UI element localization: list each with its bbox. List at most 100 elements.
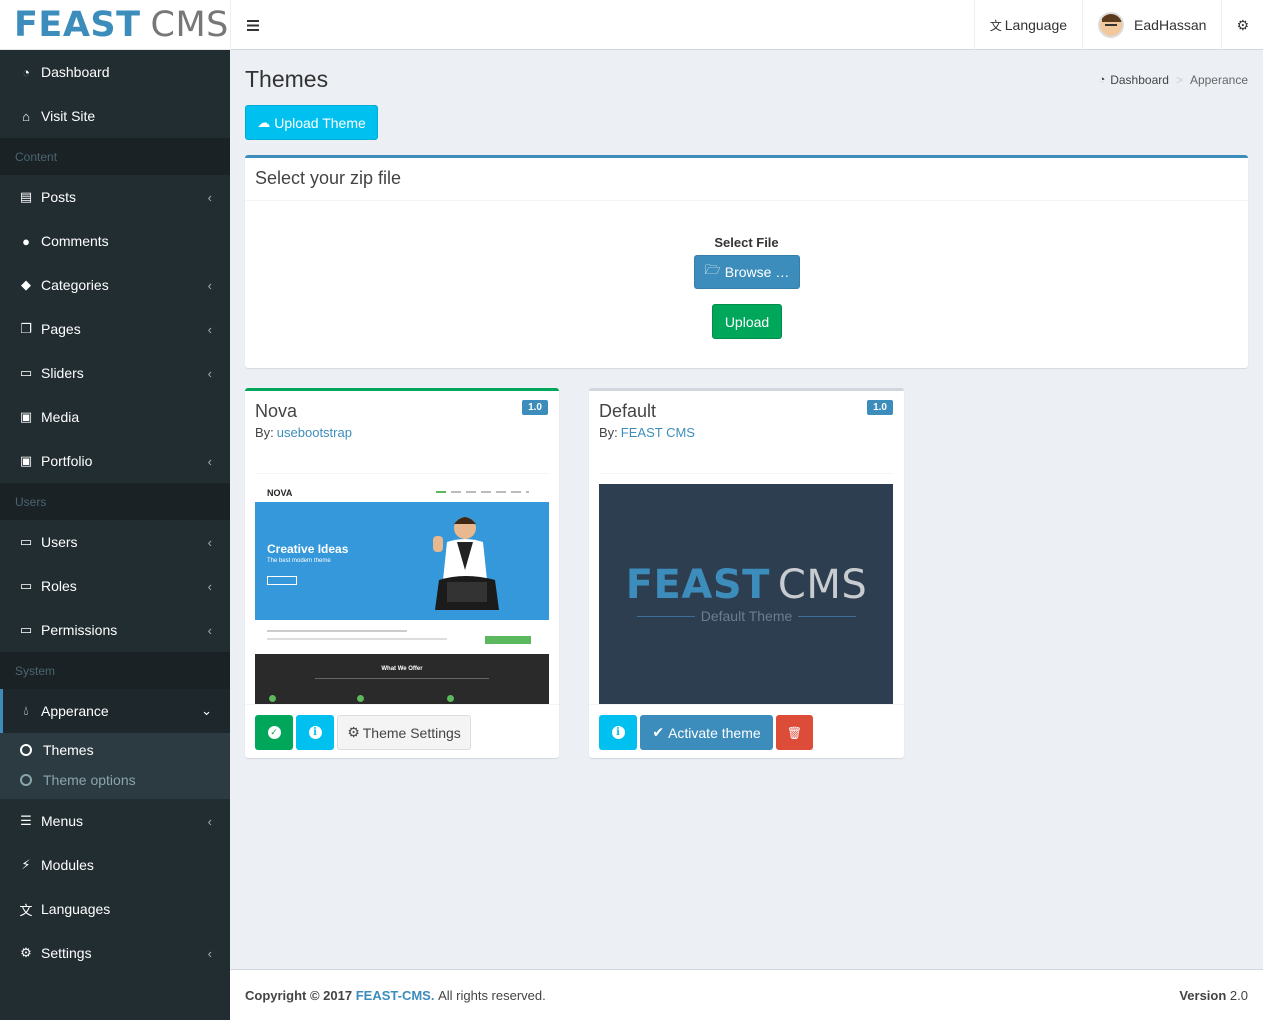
sidebar-item-users[interactable]: ▭ Users ‹	[0, 520, 230, 564]
theme-preview: NOVA Creative Ideas The best modern them…	[255, 473, 549, 705]
logo[interactable]: FEAST CMS	[0, 0, 230, 50]
sidebar-item-permissions[interactable]: ▭ Permissions ‹	[0, 608, 230, 652]
gears-icon: ⚙	[1236, 16, 1249, 33]
rights-text: All rights reserved.	[438, 987, 546, 1003]
chevron-left-icon: ‹	[207, 945, 212, 961]
gear-icon: ⚙	[347, 724, 360, 740]
desktop-icon: ▭	[19, 365, 33, 380]
sidebar-item-label: Visit Site	[41, 108, 96, 124]
sidebar-header-users: Users	[0, 483, 230, 520]
cloud-upload-icon: ☁	[257, 114, 271, 130]
preview-logo-part2: CMS	[777, 562, 868, 608]
theme-preview: FEAST CMS Default Theme	[599, 473, 893, 705]
activate-theme-button[interactable]: ✔ Activate theme	[640, 715, 773, 750]
sidebar-item-label: Sliders	[41, 365, 84, 381]
sidebar-item-apperance[interactable]: 💧︎ Apperance ⌄	[0, 689, 230, 733]
user-name: EadHassan	[1134, 17, 1207, 33]
browse-button[interactable]: 🗁︎ Browse …	[694, 255, 800, 289]
control-sidebar-button[interactable]: ⚙	[1221, 0, 1263, 50]
by-label: By:	[599, 425, 618, 440]
breadcrumb-home-link[interactable]: Dashboard	[1110, 73, 1169, 87]
sidebar-item-label: Settings	[41, 945, 92, 961]
sidebar-item-posts[interactable]: ▤ Posts ‹	[0, 175, 230, 219]
chevron-left-icon: ‹	[207, 453, 212, 469]
content-wrapper: Themes ◔ Dashboard > Apperance ☁ Upload …	[230, 50, 1263, 969]
sidebar-item-menus[interactable]: ☰ Menus ‹	[0, 799, 230, 843]
author-link[interactable]: usebootstrap	[277, 425, 352, 440]
desktop-icon: ▭	[19, 534, 33, 549]
theme-card-default: Default By: FEAST CMS 1.0 FEAST CMS Defaul…	[589, 388, 904, 758]
upload-theme-label: Upload Theme	[274, 114, 366, 131]
sidebar-item-sliders[interactable]: ▭ Sliders ‹	[0, 351, 230, 395]
sidebar-item-roles[interactable]: ▭ Roles ‹	[0, 564, 230, 608]
apperance-submenu: Themes Theme options	[0, 733, 230, 799]
upload-button[interactable]: Upload	[712, 304, 782, 339]
delete-theme-button[interactable]: 🗑︎	[776, 715, 813, 750]
gears-icon: ⚙	[20, 945, 32, 960]
theme-card-nova: Nova By: usebootstrap 1.0 NOVA Creative I…	[245, 388, 559, 758]
preview-logo-part1: FEAST	[625, 562, 770, 608]
activate-theme-label: Activate theme	[668, 724, 761, 741]
sidebar-item-pages[interactable]: ❐ Pages ‹	[0, 307, 230, 351]
chevron-left-icon: ‹	[207, 813, 212, 829]
version-number: 2.0	[1229, 987, 1248, 1003]
sidebar-subitem-label: Theme options	[43, 772, 136, 788]
sidebar-subitem-theme-options[interactable]: Theme options	[0, 765, 230, 795]
dashboard-icon: ◔	[1098, 74, 1106, 86]
copy-icon: ❐	[20, 321, 32, 336]
upload-box: Select your zip file Select File 🗁︎ Brow…	[245, 155, 1248, 368]
sidebar-item-label: Posts	[41, 189, 77, 205]
upload-label: Upload	[724, 313, 770, 330]
theme-name: Default	[599, 401, 657, 421]
sidebar-item-visit-site[interactable]: ⌂ Visit Site	[0, 94, 230, 138]
sidebar: ◔ Dashboard ⌂ Visit Site Content ▤ Posts…	[0, 50, 230, 1020]
folder-open-icon: 🗁︎	[704, 262, 721, 277]
language-icon: 文	[989, 18, 1002, 33]
sidebar-item-label: Menus	[41, 813, 84, 829]
sidebar-header-content: Content	[0, 138, 230, 175]
sidebar-item-modules[interactable]: ⚡︎ Modules	[0, 843, 230, 887]
logo-part2: CMS	[150, 4, 229, 45]
by-label: By:	[255, 425, 274, 440]
theme-info-button[interactable]: i	[599, 715, 637, 750]
sidebar-item-label: Languages	[41, 901, 111, 917]
sidebar-item-comments[interactable]: ● Comments	[0, 219, 230, 263]
image-icon: ▣	[19, 409, 33, 424]
upload-theme-button[interactable]: ☁ Upload Theme	[245, 105, 378, 140]
active-theme-button[interactable]: ✓	[255, 715, 293, 750]
author-link[interactable]: FEAST CMS	[621, 425, 695, 440]
bars-icon	[247, 19, 259, 31]
sidebar-subitem-themes[interactable]: Themes	[0, 735, 230, 765]
sidebar-item-label: Users	[41, 534, 78, 550]
comment-icon: ●	[22, 233, 30, 249]
sidebar-item-label: Apperance	[41, 703, 109, 719]
language-label: Language	[1004, 17, 1068, 33]
sidebar-header-system: System	[0, 652, 230, 689]
language-icon: 文	[19, 902, 33, 918]
version-badge: 1.0	[522, 400, 548, 415]
user-menu[interactable]: EadHassan	[1082, 0, 1221, 50]
theme-author: By: FEAST CMS	[599, 425, 695, 440]
language-menu[interactable]: 文 Language	[973, 0, 1082, 50]
sidebar-item-settings[interactable]: ⚙ Settings ‹	[0, 931, 230, 975]
copyright-text: Copyright © 2017	[245, 987, 353, 1003]
theme-settings-button[interactable]: ⚙ Theme Settings	[337, 715, 471, 750]
tint-icon: 💧︎	[23, 703, 29, 718]
preview-headline: Creative Ideas	[267, 542, 349, 556]
logo-part1: FEAST	[14, 4, 141, 45]
check-circle-icon: ✓	[267, 726, 281, 739]
footer-brand-link[interactable]: FEAST-CMS.	[356, 988, 435, 1003]
sidebar-item-dashboard[interactable]: ◔ Dashboard	[0, 50, 230, 94]
check-icon: ✔	[652, 724, 665, 740]
plug-icon: ⚡︎	[21, 857, 31, 872]
sidebar-item-categories[interactable]: ◆ Categories ‹	[0, 263, 230, 307]
sidebar-item-languages[interactable]: 文 Languages	[0, 887, 230, 931]
sidebar-item-portfolio[interactable]: ▣ Portfolio ‹	[0, 439, 230, 483]
sidebar-item-media[interactable]: ▣ Media	[0, 395, 230, 439]
theme-name: Nova	[255, 401, 298, 421]
theme-info-button[interactable]: i	[296, 715, 334, 750]
browse-label: Browse …	[724, 264, 790, 280]
sidebar-item-label: Media	[41, 409, 80, 425]
sidebar-toggle-button[interactable]	[231, 0, 275, 50]
circle-icon	[20, 744, 32, 756]
